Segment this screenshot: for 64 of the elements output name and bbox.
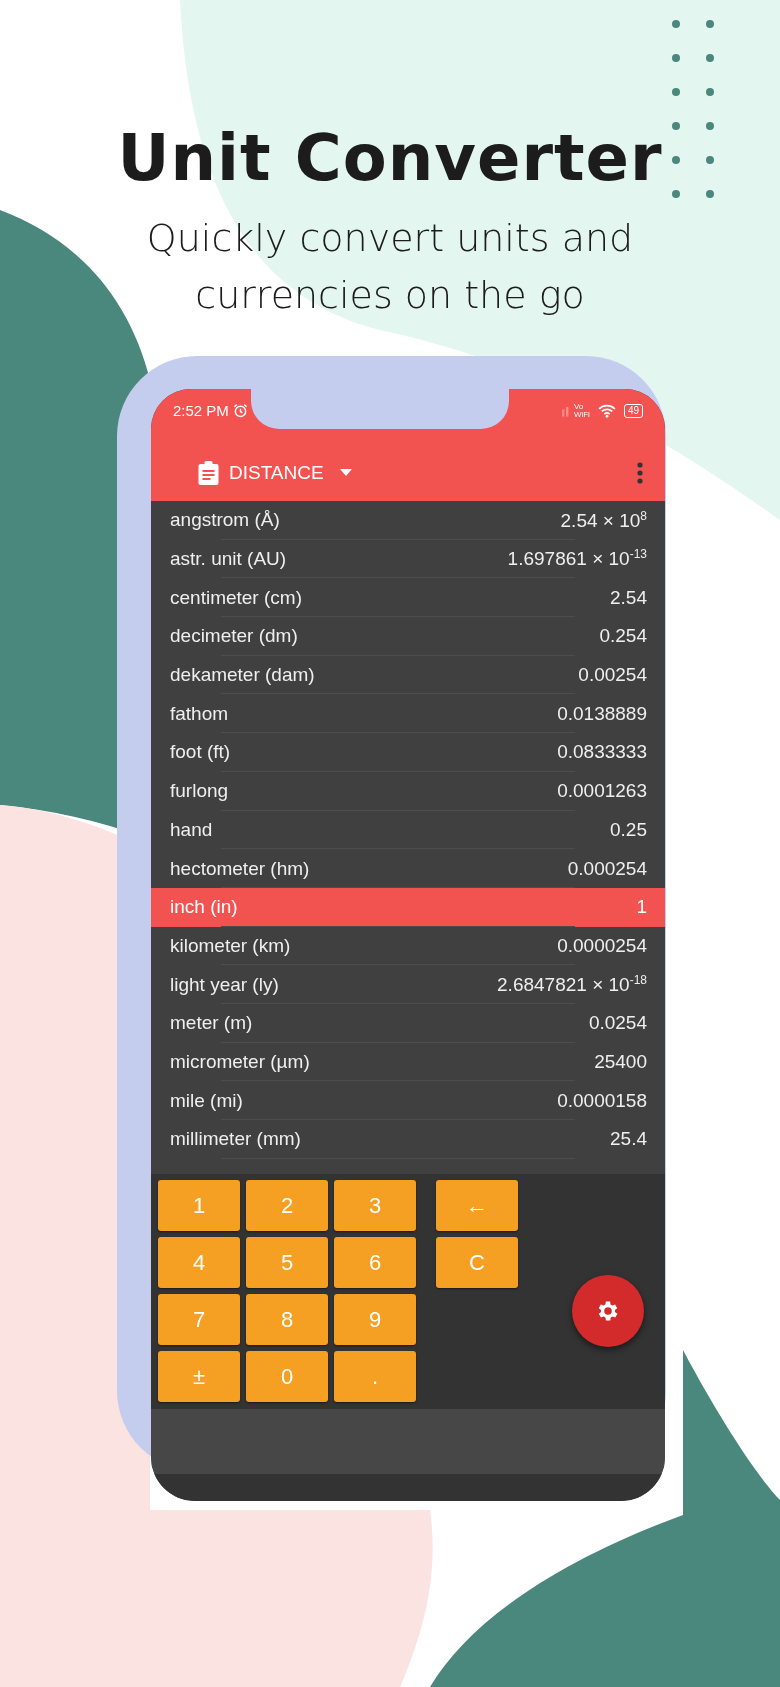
unit-row[interactable]: kilometer (km) 0.0000254 (151, 926, 665, 966)
network-label: WiFi (573, 410, 590, 419)
unit-value: 25.4 (610, 1128, 647, 1151)
unit-value: 25400 (594, 1050, 647, 1073)
unit-name: micrometer (µm) (170, 1050, 310, 1073)
unit-value: 0.25 (610, 818, 647, 841)
status-time: 2:52 PM (173, 402, 229, 419)
unit-name: astr. unit (AU) (170, 548, 287, 571)
unit-row[interactable]: mile (mi) 0.0000158 (151, 1081, 665, 1120)
more-menu-icon[interactable] (637, 461, 643, 484)
unit-value: 1 (636, 896, 647, 919)
unit-row[interactable]: micrometer (µm) 25400 (151, 1042, 665, 1082)
unit-name: kilometer (km) (170, 934, 291, 957)
unit-row[interactable]: hectometer (hm) 0.000254 (151, 849, 665, 888)
unit-name: hand (170, 818, 213, 841)
unit-value: 0.0000158 (557, 1089, 647, 1112)
unit-name: hectometer (hm) (170, 857, 310, 880)
network-label: Vo (573, 402, 585, 411)
unit-name: centimeter (cm) (170, 586, 302, 609)
unit-value: 0.0001263 (557, 780, 647, 803)
unit-value: 2.54 × 10$^{8}$ (560, 508, 647, 532)
unit-name: furlong (170, 780, 229, 803)
unit-name: millimeter (mm) (170, 1128, 301, 1151)
unit-name: angstrom (Å) (170, 509, 280, 532)
unit-value: 0.0833333 (557, 741, 647, 764)
unit-value: 0.0254 (588, 1012, 647, 1035)
unit-name: inch (in) (170, 896, 238, 919)
unit-value: 2.54 (610, 586, 647, 609)
unit-name: foot (ft) (170, 741, 231, 764)
caret-icon (339, 469, 352, 476)
unit-value: 2.6847821 × 10$^{-18}$ (497, 972, 647, 997)
unit-value: 0.0138889 (557, 702, 647, 725)
unit-name: fathom (170, 702, 229, 725)
unit-name: mile (mi) (170, 1089, 243, 1112)
unit-row[interactable]: millimeter (mm) 25.4 (151, 1120, 665, 1159)
subtitle-line: Quickly convert units and (146, 215, 634, 262)
unit-row[interactable]: astr. unit (AU) 1.697861 × 10$^{-13}$ (151, 539, 665, 579)
unit-row[interactable]: angstrom (Å) 2.54 × 10$^{8}$ (151, 501, 665, 540)
unit-row[interactable]: foot (ft) 0.0833333 (151, 733, 665, 772)
unit-value: 1.697861 × 10$^{-13}$ (507, 547, 647, 571)
unit-row[interactable]: centimeter (cm) 2.54 (151, 578, 665, 618)
alarm-icon (232, 403, 248, 418)
unit-name: dekameter (dam) (170, 664, 315, 687)
unit-row[interactable]: decimeter (dm) 0.254 (151, 617, 665, 656)
unit-value: 0.0000254 (557, 934, 647, 957)
unit-row[interactable]: dekameter (dam) 0.00254 (151, 655, 665, 695)
settings-button[interactable] (572, 1275, 644, 1347)
unit-row[interactable]: hand 0.25 (151, 810, 665, 850)
clipboard-icon (198, 460, 219, 485)
unit-row[interactable]: fathom 0.0138889 (151, 694, 665, 734)
unit-value: 0.254 (599, 625, 647, 648)
unit-row[interactable]: furlong 0.0001263 (151, 771, 665, 811)
unit-value: 0.000254 (567, 857, 647, 880)
subtitle-line: currencies on the go (195, 272, 585, 319)
unit-name: meter (m) (170, 1012, 253, 1035)
headline-title: Unit Converter (117, 120, 663, 197)
battery-icon: 49 (623, 403, 643, 418)
wifi-icon (597, 403, 616, 418)
unit-name: light year (ly) (170, 973, 279, 996)
unit-row[interactable]: light year (ly) 2.6847821 × 10$^{-18}$ (151, 965, 665, 1004)
unit-row[interactable]: meter (m) 0.0254 (151, 1003, 665, 1043)
unit-name: decimeter (dm) (170, 625, 298, 648)
unit-value: 0.00254 (578, 664, 647, 687)
signal-icon (561, 404, 570, 417)
